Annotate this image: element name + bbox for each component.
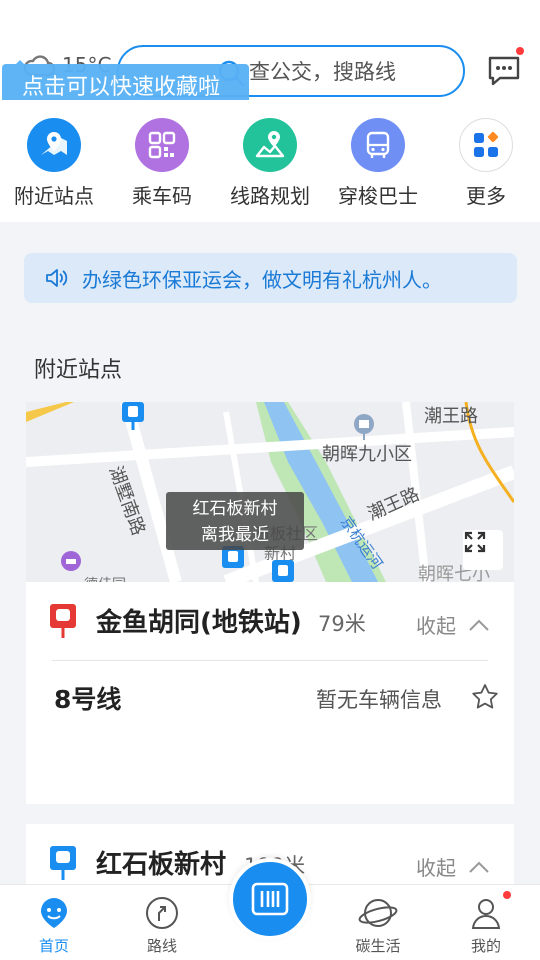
scan-ride-button[interactable] <box>229 858 311 940</box>
bus-station-icon <box>50 846 76 880</box>
station-distance: 79米 <box>318 612 366 636</box>
quick-action-label: 附近站点 <box>14 184 94 208</box>
speaker-icon <box>46 269 68 287</box>
location-map-icon <box>27 118 81 172</box>
quick-actions: 附近站点 乘车码 线路规划 穿梭巴士 更多 <box>0 100 540 222</box>
collapse-label: 收起 <box>416 856 456 880</box>
quick-action-label: 穿梭巴士 <box>338 184 418 208</box>
metro-station-icon <box>50 604 76 638</box>
mine-unread-dot <box>503 891 511 899</box>
section-title-nearby: 附近站点 <box>34 358 123 383</box>
quick-action-shuttle-bus[interactable]: 穿梭巴士 <box>324 100 432 222</box>
quick-action-label: 线路规划 <box>230 184 310 208</box>
tab-home[interactable]: 首页 <box>0 893 108 956</box>
tab-mine[interactable]: 我的 <box>432 893 540 956</box>
line-row[interactable]: 8号线 暂无车辆信息 <box>26 672 514 732</box>
quick-action-nearby-stations[interactable]: 附近站点 <box>0 100 108 222</box>
map-label: 德佳园 <box>84 574 126 582</box>
line-name: 8号线 <box>54 685 122 714</box>
tab-label: 首页 <box>38 937 69 955</box>
map-expand-button[interactable] <box>463 530 503 570</box>
station-header[interactable]: 金鱼胡同(地铁站) 79米 收起 <box>26 582 514 660</box>
star-icon[interactable] <box>470 682 500 712</box>
map-label: 潮王路 <box>424 406 478 427</box>
map-label: 朝晖九小区 <box>322 444 412 465</box>
user-icon <box>466 893 506 933</box>
quick-action-more[interactable]: 更多 <box>432 100 540 222</box>
quick-action-ride-code[interactable]: 乘车码 <box>108 100 216 222</box>
route-compass-icon <box>142 893 182 933</box>
notice-text: 办绿色环保亚运会，做文明有礼杭州人。 <box>82 267 442 292</box>
unread-dot <box>516 47 524 55</box>
bubble-nearest-label: 离我最近 <box>201 525 269 545</box>
route-plan-icon <box>243 118 297 172</box>
message-button[interactable] <box>486 47 524 88</box>
tab-route[interactable]: 路线 <box>108 893 216 956</box>
more-grid-icon <box>459 118 513 172</box>
station-name: 红石板新村 <box>96 850 227 880</box>
nearest-stop-bubble[interactable]: 红石板新村 离我最近 <box>166 492 304 550</box>
collapse-label: 收起 <box>416 614 456 638</box>
chevron-up-icon <box>469 861 489 873</box>
nearby-map[interactable]: 潮王路 朝晖九小区 湖墅南路 潮王路 京杭运河 朝晖七小 石板社区 新村 德佳园… <box>26 402 514 582</box>
search-placeholder: 查公交，搜路线 <box>249 60 396 84</box>
expand-icon <box>464 531 486 553</box>
station-card: 金鱼胡同(地铁站) 79米 收起 8号线 暂无车辆信息 <box>26 582 514 804</box>
divider <box>52 660 488 661</box>
planet-icon <box>358 893 398 933</box>
tab-label: 我的 <box>470 937 501 955</box>
message-icon <box>488 56 520 86</box>
tab-label: 碳生活 <box>355 937 401 955</box>
collapse-toggle[interactable]: 收起 <box>416 852 490 881</box>
station-name: 金鱼胡同(地铁站) <box>96 608 302 638</box>
bubble-station-name: 红石板新村 <box>192 499 278 519</box>
hotel-poi-icon <box>61 551 81 571</box>
quick-action-route-plan[interactable]: 线路规划 <box>216 100 324 222</box>
quick-action-label: 乘车码 <box>132 184 192 208</box>
school-poi-icon <box>354 414 374 440</box>
bus-stop-marker-icon[interactable] <box>272 560 294 582</box>
line-status: 暂无车辆信息 <box>316 688 442 712</box>
bus-stop-marker-icon[interactable] <box>222 546 244 574</box>
tab-carbon-life[interactable]: 碳生活 <box>324 893 432 956</box>
quick-action-label: 更多 <box>466 184 506 208</box>
bus-stop-marker-icon[interactable] <box>122 402 144 430</box>
home-face-icon <box>34 893 74 933</box>
qr-code-icon <box>135 118 189 172</box>
shuttle-bus-icon <box>351 118 405 172</box>
tab-label: 路线 <box>146 937 177 955</box>
notice-banner[interactable]: 办绿色环保亚运会，做文明有礼杭州人。 <box>24 253 517 303</box>
scan-code-icon <box>251 882 289 916</box>
collapse-toggle[interactable]: 收起 <box>416 610 490 639</box>
chevron-up-icon <box>469 619 489 631</box>
